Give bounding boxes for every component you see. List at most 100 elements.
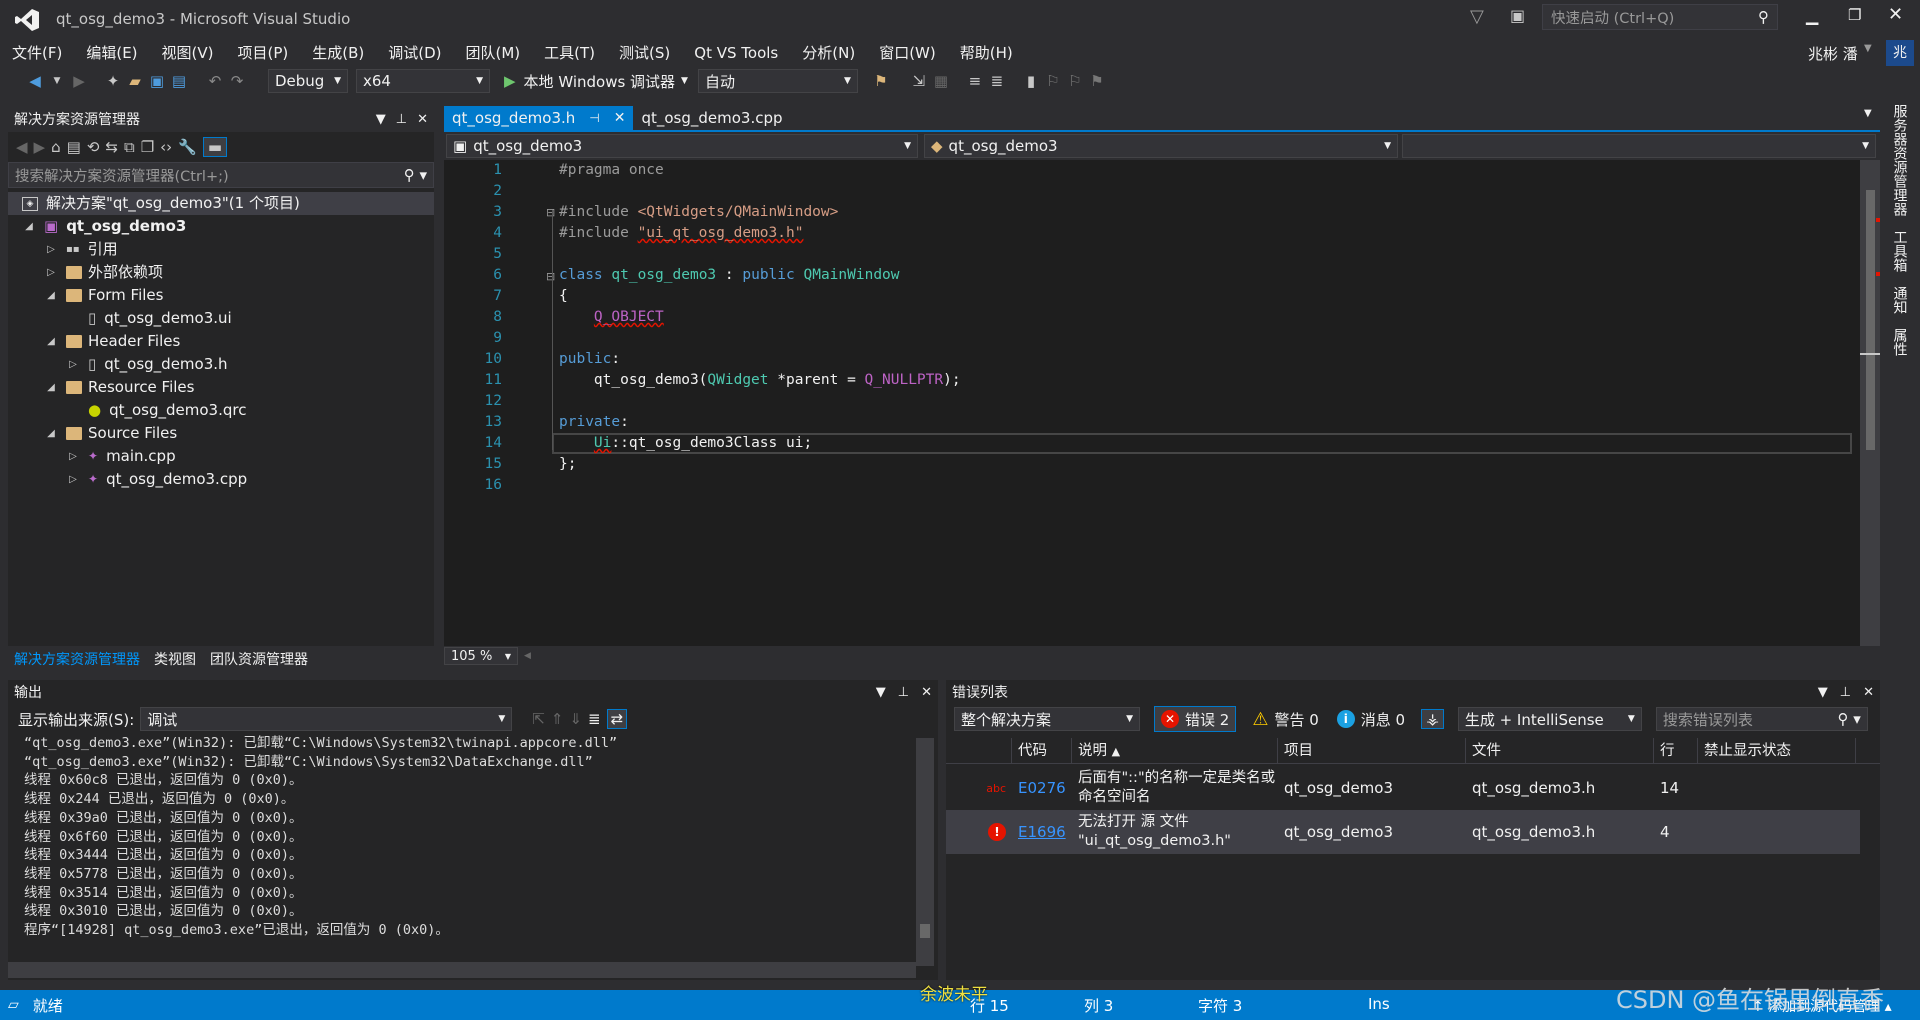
tree-item[interactable]: ▷ ✦ main.cpp <box>8 445 434 468</box>
dropdown-icon[interactable]: ▼ <box>376 112 386 127</box>
nav-scope-select[interactable]: ◆ qt_osg_demo3 ▼ <box>924 134 1398 158</box>
maximize-button[interactable]: ❐ <box>1848 6 1861 24</box>
tree-item[interactable]: ▷ 外部依赖项 <box>8 261 434 284</box>
tab-team-explorer[interactable]: 团队资源管理器 <box>210 649 308 669</box>
warnings-filter-button[interactable]: ⚠ 警告 0 <box>1252 709 1318 730</box>
code-editor[interactable]: 1 2 3 4 5 6 7 8 9 10 11 12 13 14 15 16 #pragma once #in… <box>444 160 1860 646</box>
error-code[interactable]: E0276 <box>1012 779 1072 797</box>
side-tab[interactable]: 属性 <box>1891 328 1908 356</box>
tree-item[interactable]: ▷ ▪▪ 引用 <box>8 238 434 261</box>
menu-item[interactable]: Qt VS Tools <box>682 40 790 66</box>
dropdown-icon[interactable]: ▼ <box>46 70 68 92</box>
side-tab[interactable]: 通知 <box>1891 286 1908 314</box>
expand-arrow-icon[interactable]: ▷ <box>66 353 80 376</box>
error-row[interactable]: ! E1696 无法打开 源 文件 "ui_qt_osg_demo3.h" qt_… <box>946 810 1860 854</box>
menu-item[interactable]: 生成(B) <box>300 40 376 66</box>
tree-item[interactable]: ◢ Source Files <box>8 422 434 445</box>
build-select[interactable]: 生成 + IntelliSense ▼ <box>1457 707 1642 731</box>
solution-search-input[interactable]: 搜索解决方案资源管理器(Ctrl+;) ⚲ ▾ <box>8 162 434 188</box>
pin-icon[interactable]: ⊥ <box>898 685 909 700</box>
back-icon[interactable]: ◀ <box>16 138 28 156</box>
errors-filter-button[interactable]: ✕ 错误 2 <box>1154 706 1237 732</box>
close-icon[interactable]: ✕ <box>614 110 626 126</box>
col-file[interactable]: 文件 <box>1466 737 1654 764</box>
menu-item[interactable]: 窗口(W) <box>867 40 948 66</box>
nav-member-select[interactable]: ▼ <box>1402 134 1876 158</box>
side-tab[interactable]: 服务器资源管理器 <box>1891 104 1908 216</box>
tab-class-view[interactable]: 类视图 <box>154 649 196 669</box>
next-bookmark-icon[interactable]: ⚐ <box>1064 70 1086 92</box>
expand-arrow-icon[interactable]: ▷ <box>44 261 58 284</box>
pin-icon[interactable]: ⊥ <box>1840 685 1851 700</box>
menu-item[interactable]: 编辑(E) <box>74 40 149 66</box>
preview-icon[interactable]: ▬ <box>202 137 228 157</box>
col-project[interactable]: 项目 <box>1278 737 1466 764</box>
start-debug-button[interactable]: ▶ 本地 Windows 调试器 ▼ <box>504 71 688 92</box>
switch-view-icon[interactable]: ▤ <box>67 138 81 156</box>
expand-arrow-icon[interactable]: ◢ <box>44 422 58 445</box>
close-button[interactable]: ✕ <box>1888 4 1903 25</box>
home-icon[interactable]: ⌂ <box>51 138 61 156</box>
properties-icon[interactable]: 🔧 <box>178 138 197 156</box>
expand-arrow-icon[interactable]: ▷ <box>66 468 80 491</box>
output-scrollbar[interactable] <box>916 738 934 966</box>
tree-item[interactable]: ▷ ▯ qt_osg_demo3.h <box>8 353 434 376</box>
messages-filter-button[interactable]: i 消息 0 <box>1336 709 1405 730</box>
scope-select[interactable]: 整个解决方案 ▼ <box>954 707 1140 731</box>
col-suppression[interactable]: 禁止显示状态 <box>1698 737 1856 764</box>
step-icon[interactable]: ⇲ <box>908 70 930 92</box>
clear-all-icon[interactable]: ≣ <box>588 710 601 728</box>
menu-item[interactable]: 文件(F) <box>0 40 74 66</box>
user-dropdown-icon[interactable]: ▼ <box>1864 43 1872 54</box>
open-icon[interactable]: ▰ <box>124 70 146 92</box>
dropdown-icon[interactable]: ▼ <box>876 685 886 700</box>
goto-up-icon[interactable]: ⇑ <box>551 710 564 728</box>
menu-item[interactable]: 团队(M) <box>454 40 533 66</box>
scroll-thumb[interactable] <box>920 924 930 938</box>
filter-icon[interactable]: ▽ <box>1470 6 1484 27</box>
tab-solution-explorer[interactable]: 解决方案资源管理器 <box>14 649 140 669</box>
save-all-icon[interactable]: ▤ <box>168 70 190 92</box>
sync-icon[interactable]: ⇆ <box>105 138 118 156</box>
tree-item[interactable]: ◢ Resource Files <box>8 376 434 399</box>
expand-arrow-icon[interactable]: ◢ <box>44 284 58 307</box>
editor-scrollbar[interactable] <box>1860 160 1880 646</box>
output-text[interactable]: “qt_osg_demo3.exe”(Win32): 已卸载“C:\Window… <box>8 734 938 940</box>
feedback-icon[interactable]: ▣ <box>1510 6 1525 25</box>
menu-item[interactable]: 测试(S) <box>607 40 682 66</box>
user-name[interactable]: 兆彬 潘 <box>1808 43 1858 64</box>
zoom-select[interactable]: 105 % ▼ <box>444 647 518 665</box>
code-text[interactable]: #pragma once #include <QtWidgets/QMainWi… <box>559 160 961 475</box>
menu-item[interactable]: 调试(D) <box>376 40 453 66</box>
forward-icon[interactable]: ▶ <box>34 138 46 156</box>
tree-item[interactable]: ▯ qt_osg_demo3.ui <box>8 307 434 330</box>
col-line[interactable]: 行 <box>1654 737 1698 764</box>
tree-item[interactable]: ◢ Form Files <box>8 284 434 307</box>
new-project-icon[interactable]: ✦ <box>102 70 124 92</box>
nav-project-select[interactable]: ▣ qt_osg_demo3 ▼ <box>446 134 918 158</box>
quick-launch-input[interactable]: 快速启动 (Ctrl+Q) ⚲ <box>1542 4 1778 30</box>
pin-icon[interactable]: ⊣ <box>589 111 599 125</box>
output-source-select[interactable]: 调试 ▼ <box>140 707 513 731</box>
close-icon[interactable]: ✕ <box>1863 685 1874 700</box>
menu-item[interactable]: 帮助(H) <box>948 40 1025 66</box>
expand-arrow-icon[interactable]: ▷ <box>66 445 80 468</box>
collapse-icon[interactable]: ⧉ <box>124 138 135 156</box>
back-icon[interactable]: ◀ <box>24 70 46 92</box>
tab-overflow-icon[interactable]: ▼ <box>1864 108 1872 119</box>
expand-arrow-icon[interactable]: ◢ <box>22 215 36 238</box>
menu-item[interactable]: 项目(P) <box>226 40 301 66</box>
tree-item[interactable]: ◢ Header Files <box>8 330 434 353</box>
comment-icon[interactable]: ≡ <box>964 70 986 92</box>
menu-item[interactable]: 分析(N) <box>790 40 867 66</box>
expand-arrow-icon[interactable]: ◢ <box>44 330 58 353</box>
collapse-icon[interactable]: ⊟ <box>546 270 555 283</box>
scroll-left-icon[interactable]: ◀ <box>524 651 531 661</box>
history-icon[interactable]: ⟲ <box>87 138 100 156</box>
platform-select[interactable]: x64 ▼ <box>356 69 490 93</box>
copy-icon[interactable]: ❐ <box>141 138 154 156</box>
menu-item[interactable]: 视图(V) <box>150 40 226 66</box>
pin-icon[interactable]: ⊥ <box>396 112 407 127</box>
code-icon[interactable]: ‹› <box>160 138 172 156</box>
minimize-button[interactable]: ▁ <box>1806 6 1818 25</box>
